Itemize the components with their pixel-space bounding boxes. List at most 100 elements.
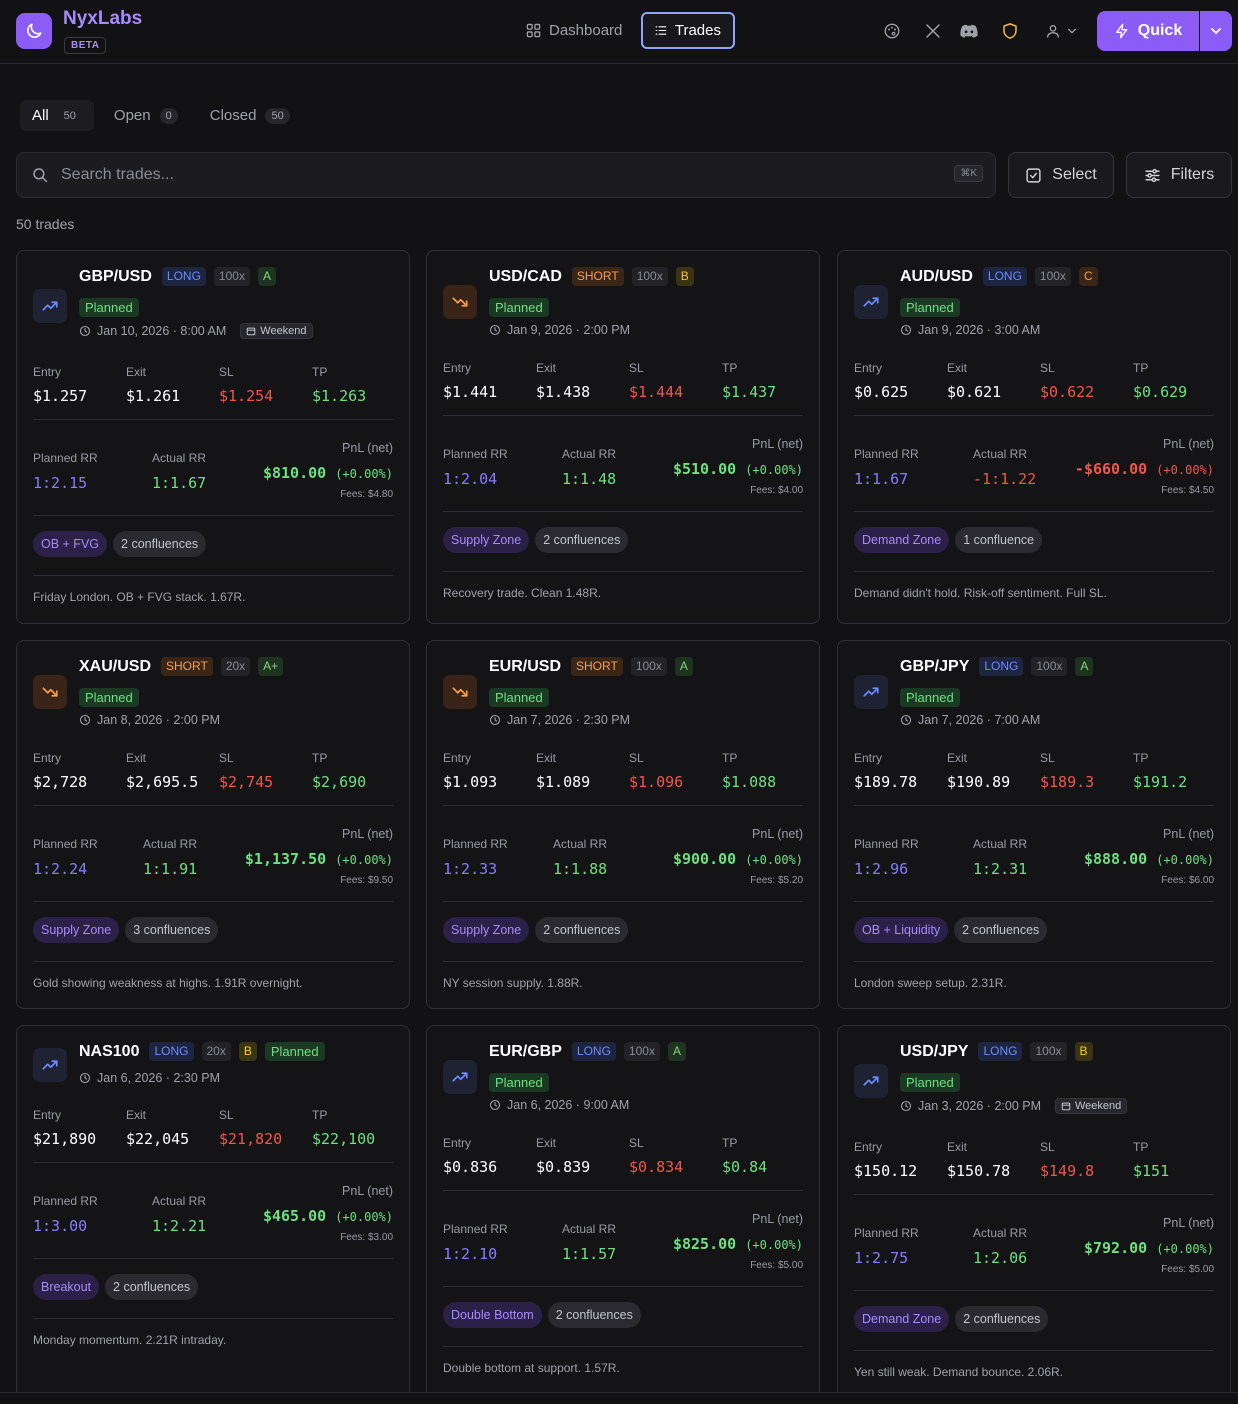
setup-tag[interactable]: Supply Zone	[443, 527, 530, 553]
filters-button[interactable]: Filters	[1126, 152, 1232, 198]
tab-closed[interactable]: Closed 50	[198, 100, 302, 131]
trade-card[interactable]: EUR/USD SHORT 100x A Planned Jan 7, 2026 · 2:…	[426, 640, 820, 1009]
pnl-percent: (+0.00%)	[335, 467, 393, 481]
quick-dropdown-button[interactable]	[1200, 11, 1232, 51]
planned-rr-value: 1:2.33	[443, 860, 498, 878]
setup-tag[interactable]: Supply Zone	[33, 917, 120, 943]
planned-rr-value: 1:2.96	[854, 860, 909, 878]
fees-value: Fees: $4.50	[1161, 485, 1214, 496]
trade-card[interactable]: USD/JPY LONG 100x B Planned Jan 3, 2026 · 2:0…	[837, 1025, 1231, 1404]
trade-card[interactable]: GBP/USD LONG 100x A Planned Jan 10, 2026 · 8:…	[16, 250, 410, 624]
confluence-tag[interactable]: 2 confluences	[105, 1274, 199, 1300]
pair-symbol[interactable]: GBP/USD	[79, 268, 152, 286]
quick-button[interactable]: Quick	[1097, 11, 1199, 51]
pair-symbol[interactable]: AUD/USD	[900, 268, 973, 286]
pnl-value: $900.00 (+0.00%)	[673, 850, 803, 868]
beta-badge: BETA	[64, 37, 107, 54]
grade-badge: C	[1078, 267, 1098, 286]
moon-logo-icon[interactable]	[16, 13, 52, 49]
fees-value: Fees: $4.80	[340, 489, 393, 500]
x-twitter-icon[interactable]	[923, 21, 943, 41]
top-header: NyxLabs BETA Dashboard Trades Quick	[0, 0, 1238, 64]
divider	[854, 805, 1214, 806]
pnl-value: $510.00 (+0.00%)	[673, 460, 803, 478]
trade-card[interactable]: GBP/JPY LONG 100x A Planned Jan 7, 2026 · 7:0…	[837, 640, 1231, 1009]
actual-rr-value: 1:1.91	[143, 860, 198, 878]
search-input[interactable]	[61, 166, 921, 184]
confluence-tag[interactable]: 2 confluences	[547, 1302, 641, 1328]
sl-value: $0.622	[1040, 383, 1095, 401]
pair-symbol[interactable]: USD/CAD	[489, 268, 562, 286]
trade-card[interactable]: XAU/USD SHORT 20x A+ Planned Jan 8, 2026 · 2:…	[16, 640, 410, 1009]
tag-row: Demand Zone 2 confluences	[854, 1306, 1049, 1332]
fees-value: Fees: $5.00	[750, 1260, 803, 1271]
setup-tag[interactable]: OB + FVG	[33, 531, 108, 557]
palette-icon[interactable]	[882, 21, 902, 41]
direction-icon	[854, 285, 888, 319]
setup-tag[interactable]: Supply Zone	[443, 917, 530, 943]
confluence-tag[interactable]: 2 confluences	[954, 917, 1048, 943]
pair-symbol[interactable]: USD/JPY	[900, 1043, 968, 1061]
setup-tag[interactable]: Breakout	[33, 1274, 100, 1300]
exit-value: $1.438	[536, 383, 591, 401]
select-button[interactable]: Select	[1008, 152, 1114, 198]
trade-card[interactable]: EUR/GBP LONG 100x A Planned Jan 6, 2026 · 9:0…	[426, 1025, 820, 1404]
trade-card[interactable]: USD/CAD SHORT 100x B Planned Jan 9, 2026 · 2:…	[426, 250, 820, 624]
date-text: Jan 8, 2026 · 2:00 PM	[97, 713, 220, 727]
divider	[443, 901, 803, 902]
sl-label: SL	[219, 365, 234, 379]
pnl-percent: (+0.00%)	[1156, 1242, 1214, 1256]
direction-badge: LONG	[161, 267, 206, 286]
setup-tag[interactable]: Double Bottom	[443, 1302, 542, 1328]
user-menu[interactable]	[1041, 21, 1081, 41]
grade-badge: B	[238, 1042, 257, 1061]
pnl-label: PnL (net)	[1163, 437, 1214, 451]
divider	[33, 515, 393, 516]
exit-value: $1.261	[126, 387, 181, 405]
confluence-tag[interactable]: 3 confluences	[125, 917, 219, 943]
setup-tag[interactable]: Demand Zone	[854, 1306, 950, 1332]
setup-tag[interactable]: Demand Zone	[854, 527, 950, 553]
nav-trades[interactable]: Trades	[641, 12, 735, 49]
brand-name[interactable]: NyxLabs	[63, 8, 142, 30]
tab-label: Open	[113, 107, 151, 124]
confluence-tag[interactable]: 2 confluences	[955, 1306, 1049, 1332]
confluence-tag[interactable]: 2 confluences	[535, 527, 629, 553]
discord-icon[interactable]	[959, 21, 979, 41]
fees-value: Fees: $9.50	[340, 875, 393, 886]
confluence-tag[interactable]: 1 confluence	[955, 527, 1043, 553]
pnl-percent: (+0.00%)	[1156, 853, 1214, 867]
exit-label: Exit	[126, 365, 147, 379]
exit-value: $0.839	[536, 1158, 591, 1176]
actual-rr-value: 1:2.31	[973, 860, 1028, 878]
actual-rr-label: Actual RR	[973, 1226, 1028, 1240]
nav-dashboard[interactable]: Dashboard	[514, 12, 634, 49]
confluence-tag[interactable]: 2 confluences	[113, 531, 207, 557]
search-bar: ⌘K	[16, 152, 996, 198]
weekend-tag: Weekend	[240, 323, 313, 339]
divider	[443, 1346, 803, 1347]
trade-card[interactable]: NAS100 LONG 20x B Planned Jan 6, 2026 · 2:30 …	[16, 1025, 410, 1404]
direction-icon	[443, 285, 477, 319]
divider	[33, 1258, 393, 1259]
confluence-tag[interactable]: 2 confluences	[535, 917, 629, 943]
entry-value: $2,728	[33, 773, 88, 791]
nav-trades-label: Trades	[674, 22, 721, 39]
pair-symbol[interactable]: GBP/JPY	[900, 658, 969, 676]
leverage-badge: 100x	[1031, 657, 1068, 676]
entry-label: Entry	[854, 1140, 883, 1154]
pair-symbol[interactable]: EUR/USD	[489, 658, 561, 676]
pnl-label: PnL (net)	[752, 437, 803, 451]
trend-down-icon	[452, 297, 468, 307]
setup-tag[interactable]: OB + Liquidity	[854, 917, 949, 943]
calendar-icon	[247, 327, 256, 336]
pair-symbol[interactable]: NAS100	[79, 1043, 139, 1061]
tab-open[interactable]: Open 0	[102, 100, 190, 131]
tab-count: 0	[159, 107, 178, 124]
tab-all[interactable]: All 50	[20, 100, 94, 131]
shield-icon[interactable]	[1000, 21, 1020, 41]
trade-card[interactable]: AUD/USD LONG 100x C Planned Jan 9, 2026 · 3:0…	[837, 250, 1231, 624]
pair-symbol[interactable]: EUR/GBP	[489, 1043, 562, 1061]
pair-symbol[interactable]: XAU/USD	[79, 658, 151, 676]
weekend-label: Weekend	[260, 325, 307, 337]
